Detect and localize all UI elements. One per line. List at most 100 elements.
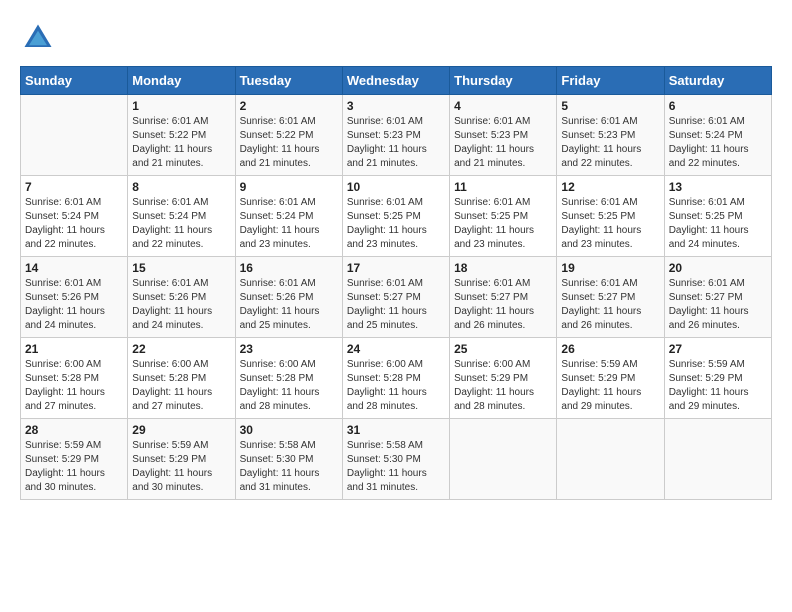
day-cell: 5 Sunrise: 6:01 AMSunset: 5:23 PMDaylight… [557, 95, 664, 176]
day-cell: 29 Sunrise: 5:59 AMSunset: 5:29 PMDayligh… [128, 419, 235, 500]
day-info: Sunrise: 6:01 AMSunset: 5:23 PMDaylight:… [347, 115, 445, 171]
day-number: 9 [240, 180, 338, 194]
day-info: Sunrise: 6:00 AMSunset: 5:29 PMDaylight:… [454, 358, 552, 414]
day-cell [21, 95, 128, 176]
day-info: Sunrise: 6:01 AMSunset: 5:24 PMDaylight:… [132, 196, 230, 252]
header-friday: Friday [557, 67, 664, 95]
day-cell [557, 419, 664, 500]
day-number: 1 [132, 99, 230, 113]
day-info: Sunrise: 6:01 AMSunset: 5:24 PMDaylight:… [25, 196, 123, 252]
day-info: Sunrise: 6:00 AMSunset: 5:28 PMDaylight:… [25, 358, 123, 414]
day-cell: 2 Sunrise: 6:01 AMSunset: 5:22 PMDaylight… [235, 95, 342, 176]
day-number: 16 [240, 261, 338, 275]
day-number: 28 [25, 423, 123, 437]
day-cell: 6Sunrise: 6:01 AMSunset: 5:24 PMDaylight… [664, 95, 771, 176]
day-number: 7 [25, 180, 123, 194]
header-tuesday: Tuesday [235, 67, 342, 95]
day-cell: 20Sunrise: 6:01 AMSunset: 5:27 PMDayligh… [664, 257, 771, 338]
day-info: Sunrise: 5:59 AMSunset: 5:29 PMDaylight:… [669, 358, 767, 414]
day-cell: 28 Sunrise: 5:59 AMSunset: 5:29 PMDayligh… [21, 419, 128, 500]
day-number: 14 [25, 261, 123, 275]
day-cell: 11Sunrise: 6:01 AMSunset: 5:25 PMDayligh… [450, 176, 557, 257]
day-info: Sunrise: 6:01 AMSunset: 5:23 PMDaylight:… [561, 115, 659, 171]
week-row-1: 1 Sunrise: 6:01 AMSunset: 5:22 PMDaylight… [21, 95, 772, 176]
day-number: 19 [561, 261, 659, 275]
day-info: Sunrise: 6:01 AMSunset: 5:27 PMDaylight:… [454, 277, 552, 333]
day-info: Sunrise: 6:00 AMSunset: 5:28 PMDaylight:… [240, 358, 338, 414]
day-info: Sunrise: 6:00 AMSunset: 5:28 PMDaylight:… [347, 358, 445, 414]
week-row-2: 7 Sunrise: 6:01 AMSunset: 5:24 PMDaylight… [21, 176, 772, 257]
day-info: Sunrise: 5:59 AMSunset: 5:29 PMDaylight:… [25, 439, 123, 495]
day-info: Sunrise: 6:00 AMSunset: 5:28 PMDaylight:… [132, 358, 230, 414]
header-thursday: Thursday [450, 67, 557, 95]
day-cell: 7 Sunrise: 6:01 AMSunset: 5:24 PMDaylight… [21, 176, 128, 257]
day-cell: 12 Sunrise: 6:01 AMSunset: 5:25 PMDayligh… [557, 176, 664, 257]
day-info: Sunrise: 6:01 AMSunset: 5:25 PMDaylight:… [561, 196, 659, 252]
day-cell: 23 Sunrise: 6:00 AMSunset: 5:28 PMDayligh… [235, 338, 342, 419]
day-info: Sunrise: 6:01 AMSunset: 5:27 PMDaylight:… [347, 277, 445, 333]
day-info: Sunrise: 6:01 AMSunset: 5:24 PMDaylight:… [240, 196, 338, 252]
day-info: Sunrise: 6:01 AMSunset: 5:26 PMDaylight:… [132, 277, 230, 333]
day-cell: 24 Sunrise: 6:00 AMSunset: 5:28 PMDayligh… [342, 338, 449, 419]
day-cell: 13 Sunrise: 6:01 AMSunset: 5:25 PMDayligh… [664, 176, 771, 257]
day-info: Sunrise: 6:01 AMSunset: 5:22 PMDaylight:… [132, 115, 230, 171]
week-row-3: 14 Sunrise: 6:01 AMSunset: 5:26 PMDayligh… [21, 257, 772, 338]
day-cell: 31 Sunrise: 5:58 AMSunset: 5:30 PMDayligh… [342, 419, 449, 500]
day-number: 13 [669, 180, 767, 194]
day-number: 29 [132, 423, 230, 437]
day-number: 22 [132, 342, 230, 356]
day-info: Sunrise: 6:01 AMSunset: 5:25 PMDaylight:… [347, 196, 445, 252]
day-number: 25 [454, 342, 552, 356]
day-cell: 26 Sunrise: 5:59 AMSunset: 5:29 PMDayligh… [557, 338, 664, 419]
day-cell: 25 Sunrise: 6:00 AMSunset: 5:29 PMDayligh… [450, 338, 557, 419]
day-cell: 15Sunrise: 6:01 AMSunset: 5:26 PMDayligh… [128, 257, 235, 338]
day-cell: 16 Sunrise: 6:01 AMSunset: 5:26 PMDayligh… [235, 257, 342, 338]
day-cell: 9 Sunrise: 6:01 AMSunset: 5:24 PMDaylight… [235, 176, 342, 257]
header-sunday: Sunday [21, 67, 128, 95]
day-info: Sunrise: 6:01 AMSunset: 5:25 PMDaylight:… [454, 196, 552, 252]
day-number: 31 [347, 423, 445, 437]
day-info: Sunrise: 6:01 AMSunset: 5:26 PMDaylight:… [25, 277, 123, 333]
day-info: Sunrise: 6:01 AMSunset: 5:27 PMDaylight:… [669, 277, 767, 333]
day-info: Sunrise: 6:01 AMSunset: 5:23 PMDaylight:… [454, 115, 552, 171]
day-cell [450, 419, 557, 500]
day-number: 5 [561, 99, 659, 113]
day-number: 30 [240, 423, 338, 437]
week-row-4: 21 Sunrise: 6:00 AMSunset: 5:28 PMDayligh… [21, 338, 772, 419]
day-info: Sunrise: 6:01 AMSunset: 5:25 PMDaylight:… [669, 196, 767, 252]
day-info: Sunrise: 5:59 AMSunset: 5:29 PMDaylight:… [561, 358, 659, 414]
day-info: Sunrise: 5:59 AMSunset: 5:29 PMDaylight:… [132, 439, 230, 495]
day-cell: 8 Sunrise: 6:01 AMSunset: 5:24 PMDaylight… [128, 176, 235, 257]
day-number: 21 [25, 342, 123, 356]
day-info: Sunrise: 5:58 AMSunset: 5:30 PMDaylight:… [347, 439, 445, 495]
day-number: 17 [347, 261, 445, 275]
day-number: 12 [561, 180, 659, 194]
day-info: Sunrise: 6:01 AMSunset: 5:22 PMDaylight:… [240, 115, 338, 171]
day-cell: 19 Sunrise: 6:01 AMSunset: 5:27 PMDayligh… [557, 257, 664, 338]
day-number: 8 [132, 180, 230, 194]
calendar-table: SundayMondayTuesdayWednesdayThursdayFrid… [20, 66, 772, 500]
day-number: 23 [240, 342, 338, 356]
day-cell: 1 Sunrise: 6:01 AMSunset: 5:22 PMDaylight… [128, 95, 235, 176]
day-info: Sunrise: 5:58 AMSunset: 5:30 PMDaylight:… [240, 439, 338, 495]
day-number: 4 [454, 99, 552, 113]
day-cell: 30 Sunrise: 5:58 AMSunset: 5:30 PMDayligh… [235, 419, 342, 500]
calendar-header-row: SundayMondayTuesdayWednesdayThursdayFrid… [21, 67, 772, 95]
day-cell: 22 Sunrise: 6:00 AMSunset: 5:28 PMDayligh… [128, 338, 235, 419]
day-cell [664, 419, 771, 500]
day-number: 27 [669, 342, 767, 356]
day-number: 26 [561, 342, 659, 356]
day-number: 3 [347, 99, 445, 113]
header-saturday: Saturday [664, 67, 771, 95]
day-number: 2 [240, 99, 338, 113]
day-number: 6 [669, 99, 767, 113]
day-info: Sunrise: 6:01 AMSunset: 5:27 PMDaylight:… [561, 277, 659, 333]
day-cell: 10 Sunrise: 6:01 AMSunset: 5:25 PMDayligh… [342, 176, 449, 257]
day-cell: 17 Sunrise: 6:01 AMSunset: 5:27 PMDayligh… [342, 257, 449, 338]
day-number: 10 [347, 180, 445, 194]
day-info: Sunrise: 6:01 AMSunset: 5:26 PMDaylight:… [240, 277, 338, 333]
day-cell: 18Sunrise: 6:01 AMSunset: 5:27 PMDayligh… [450, 257, 557, 338]
day-number: 24 [347, 342, 445, 356]
header-monday: Monday [128, 67, 235, 95]
logo-icon [20, 20, 56, 56]
